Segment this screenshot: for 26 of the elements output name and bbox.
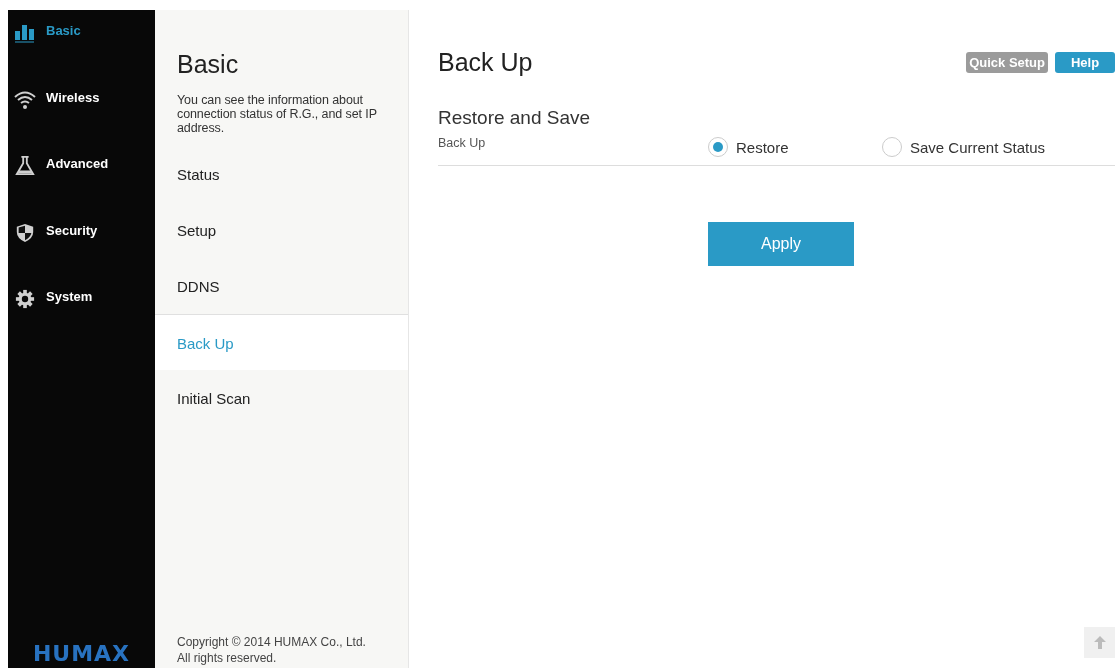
shield-icon — [14, 222, 36, 243]
submenu-item[interactable]: Initial Scan — [155, 370, 408, 426]
nav-item[interactable]: Advanced — [8, 156, 155, 223]
radio-option[interactable]: Restore — [708, 137, 882, 157]
section-title: Restore and Save — [438, 107, 592, 129]
field-label: Back Up — [438, 136, 487, 150]
page-title: Back Up — [438, 48, 533, 77]
nav-item[interactable]: Security — [8, 222, 155, 289]
copyright-text: Copyright © 2014 HUMAX Co., Ltd. — [177, 634, 367, 650]
submenu-title: Basic — [177, 50, 240, 79]
flask-icon — [14, 156, 36, 176]
submenu-description: You can see the information about connection status of R.G., and set IP address. — [177, 93, 378, 135]
gear-icon — [14, 289, 36, 309]
copyright-text: All rights reserved. — [177, 650, 278, 666]
submenu-item[interactable]: Status — [155, 146, 408, 202]
arrow-up-icon — [1092, 635, 1107, 650]
chart-icon — [14, 23, 36, 43]
wifi-icon — [14, 89, 36, 110]
scroll-top-button[interactable] — [1084, 627, 1115, 658]
nav-item[interactable]: System — [8, 289, 155, 356]
submenu-item[interactable]: DDNS — [155, 258, 408, 314]
nav-item[interactable]: Wireless — [8, 89, 155, 156]
nav-item[interactable]: Basic — [8, 23, 155, 90]
logo: HUMAX — [31, 641, 132, 668]
radio-option[interactable]: Save Current Status — [882, 137, 1056, 157]
submenu-item[interactable]: Setup — [155, 202, 408, 258]
